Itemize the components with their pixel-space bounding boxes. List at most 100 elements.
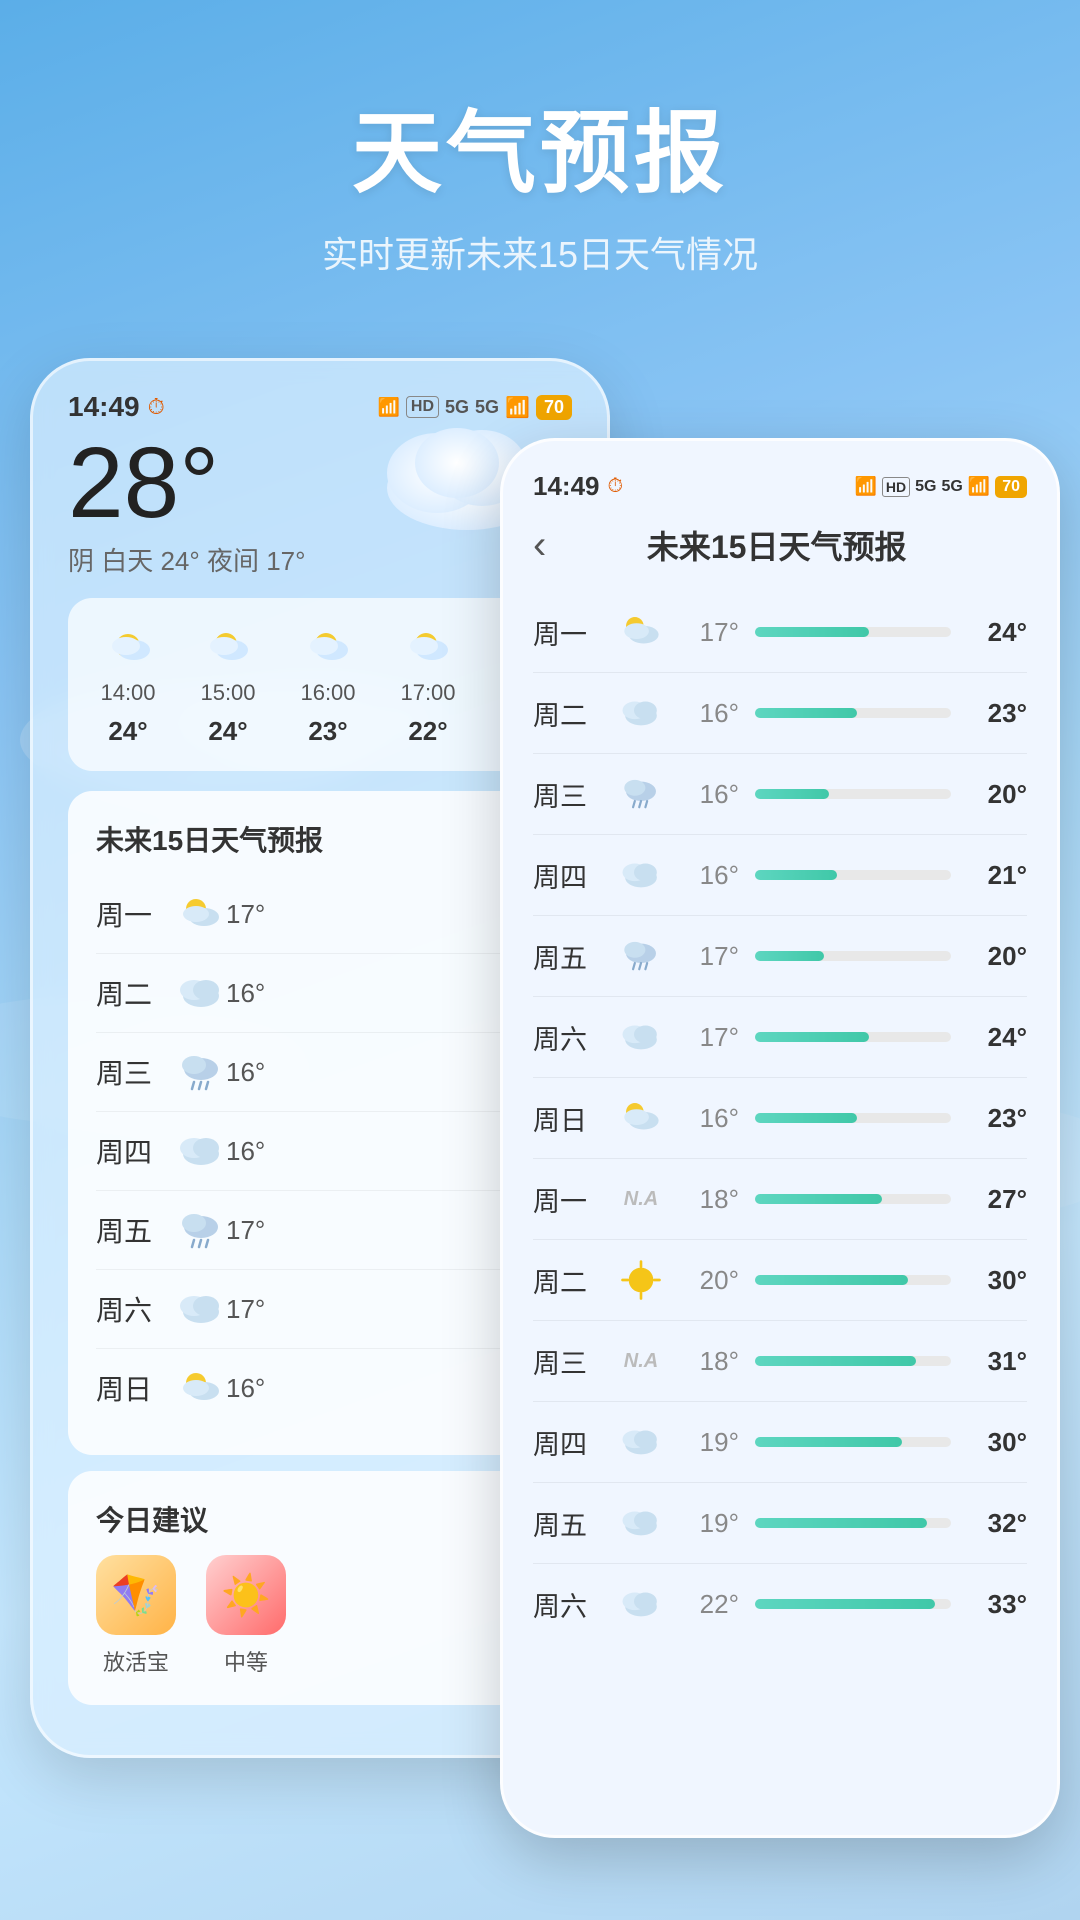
fbar-fill-12 xyxy=(755,1599,935,1609)
forecast-icon-1 xyxy=(176,889,226,939)
fbar-8 xyxy=(755,1275,951,1285)
ficon-5 xyxy=(619,1015,663,1059)
forecast-row-sat: 周六 17° xyxy=(96,1270,544,1349)
hd-right: HD xyxy=(882,477,910,497)
hourly-item-3: 16:00 23° xyxy=(288,622,368,747)
fbar-2 xyxy=(755,789,951,799)
wifi-right: 📶 xyxy=(968,476,990,497)
hourly-item-2: 15:00 24° xyxy=(188,622,268,747)
ftemp-high-4: 20° xyxy=(967,941,1027,972)
forecast-temp-7: 16° xyxy=(226,1373,265,1404)
forecast-row-tue: 周二 16° xyxy=(96,954,544,1033)
fbar-9 xyxy=(755,1356,951,1366)
forecast-icon-5 xyxy=(176,1205,226,1255)
fday-1: 周二 xyxy=(533,694,603,733)
forecast-day-7: 周日 xyxy=(96,1368,176,1408)
back-button[interactable]: ‹ xyxy=(533,523,546,568)
ftemp-low-7: 18° xyxy=(679,1184,739,1215)
hourly-bar: 14:00 24° 15:00 24° 16:00 23° 17:00 22° xyxy=(68,598,572,771)
forecast-temp-4: 16° xyxy=(226,1136,265,1167)
hourly-item-1: 14:00 24° xyxy=(88,622,168,747)
forecast-day-2: 周二 xyxy=(96,973,176,1013)
fday-11: 周五 xyxy=(533,1504,603,1543)
hourly-time-3: 16:00 xyxy=(300,680,355,706)
suggestion-label-2: 中等 xyxy=(224,1645,268,1677)
suggestion-items: 🪁 放活宝 ☀️ 中等 xyxy=(96,1555,544,1677)
phones-container: 14:49 ⏱ 📶 HD 5G 5G 📶 70 28° xyxy=(0,338,1080,1818)
forecast-day-5: 周五 xyxy=(96,1210,176,1250)
hourly-time-1: 14:00 xyxy=(100,680,155,706)
suggestion-label-1: 放活宝 xyxy=(103,1645,169,1677)
fbar-fill-0 xyxy=(755,627,869,637)
ftemp-high-8: 30° xyxy=(967,1265,1027,1296)
fbar-11 xyxy=(755,1518,951,1528)
nav-title: 未来15日天气预报 xyxy=(566,522,987,568)
forecast-row-sun: 周日 16° xyxy=(96,1349,544,1427)
fbar-5 xyxy=(755,1032,951,1042)
ficon-10 xyxy=(619,1420,663,1464)
fday-8: 周二 xyxy=(533,1261,603,1300)
forecast-day-4: 周四 xyxy=(96,1131,176,1171)
fbar-fill-6 xyxy=(755,1113,857,1123)
ficon-6 xyxy=(619,1096,663,1140)
forecast-row-right-8: 周二 20° 30° xyxy=(533,1240,1027,1321)
ftemp-high-6: 23° xyxy=(967,1103,1027,1134)
ficon-11 xyxy=(619,1501,663,1545)
time-right: 14:49 xyxy=(533,471,600,502)
ftemp-low-12: 22° xyxy=(679,1589,739,1620)
forecast-row-right-12: 周六 22° 33° xyxy=(533,1564,1027,1644)
forecast-row-fri: 周五 17° xyxy=(96,1191,544,1270)
fday-2: 周三 xyxy=(533,775,603,814)
ficon-9: N.A xyxy=(619,1339,663,1383)
hourly-temp-1: 24° xyxy=(108,716,147,747)
forecast-row-right-4: 周五 17° 20° xyxy=(533,916,1027,997)
forecast-row-mon: 周一 17° xyxy=(96,875,544,954)
ficon-4 xyxy=(619,934,663,978)
forecast-row-right-5: 周六 17° 24° xyxy=(533,997,1027,1078)
suggestion-section: 今日建议 🪁 放活宝 ☀️ 中等 xyxy=(68,1471,572,1705)
forecast-icon-3 xyxy=(176,1047,226,1097)
forecast-icon-4 xyxy=(176,1126,226,1176)
forecast-temp-1: 17° xyxy=(226,899,265,930)
ftemp-high-11: 32° xyxy=(967,1508,1027,1539)
ftemp-low-3: 16° xyxy=(679,860,739,891)
forecast-row-thu: 周四 16° xyxy=(96,1112,544,1191)
fbar-6 xyxy=(755,1113,951,1123)
ftemp-high-0: 24° xyxy=(967,617,1027,648)
fday-0: 周一 xyxy=(533,613,603,652)
fday-3: 周四 xyxy=(533,856,603,895)
ficon-1 xyxy=(619,691,663,735)
fbar-1 xyxy=(755,708,951,718)
forecast-row-right-2: 周三 16° 20° xyxy=(533,754,1027,835)
forecast-temp-2: 16° xyxy=(226,978,265,1009)
fday-9: 周三 xyxy=(533,1342,603,1381)
ficon-2 xyxy=(619,772,663,816)
fbar-fill-1 xyxy=(755,708,857,718)
hourly-time-4: 17:00 xyxy=(400,680,455,706)
header-title: 天气预报 xyxy=(0,80,1080,210)
forecast-row-right-6: 周日 16° 23° xyxy=(533,1078,1027,1159)
fday-12: 周六 xyxy=(533,1585,603,1624)
ftemp-low-10: 19° xyxy=(679,1427,739,1458)
fday-10: 周四 xyxy=(533,1423,603,1462)
ftemp-low-11: 19° xyxy=(679,1508,739,1539)
forecast-section-left: 未来15日天气预报 周一 17° 周二 16° 周三 16° xyxy=(68,791,572,1455)
forecast-day-6: 周六 xyxy=(96,1289,176,1329)
fbar-fill-9 xyxy=(755,1356,916,1366)
status-icons-right: 📶 HD 5G 5G 📶 70 xyxy=(854,476,1027,498)
forecast-row-right-1: 周二 16° 23° xyxy=(533,673,1027,754)
fbar-fill-7 xyxy=(755,1194,882,1204)
battery-right: 70 xyxy=(995,476,1027,498)
status-bar-right: 14:49 ⏱ 📶 HD 5G 5G 📶 70 xyxy=(533,471,1027,502)
ficon-3 xyxy=(619,853,663,897)
ftemp-high-5: 24° xyxy=(967,1022,1027,1053)
forecast-temp-6: 17° xyxy=(226,1294,265,1325)
fday-4: 周五 xyxy=(533,937,603,976)
suggestion-title: 今日建议 xyxy=(96,1499,544,1539)
forecast-row-right-11: 周五 19° 32° xyxy=(533,1483,1027,1564)
5g-right: 5G xyxy=(915,478,936,496)
ftemp-high-2: 20° xyxy=(967,779,1027,810)
ftemp-high-10: 30° xyxy=(967,1427,1027,1458)
ficon-12 xyxy=(619,1582,663,1626)
hourly-temp-2: 24° xyxy=(208,716,247,747)
